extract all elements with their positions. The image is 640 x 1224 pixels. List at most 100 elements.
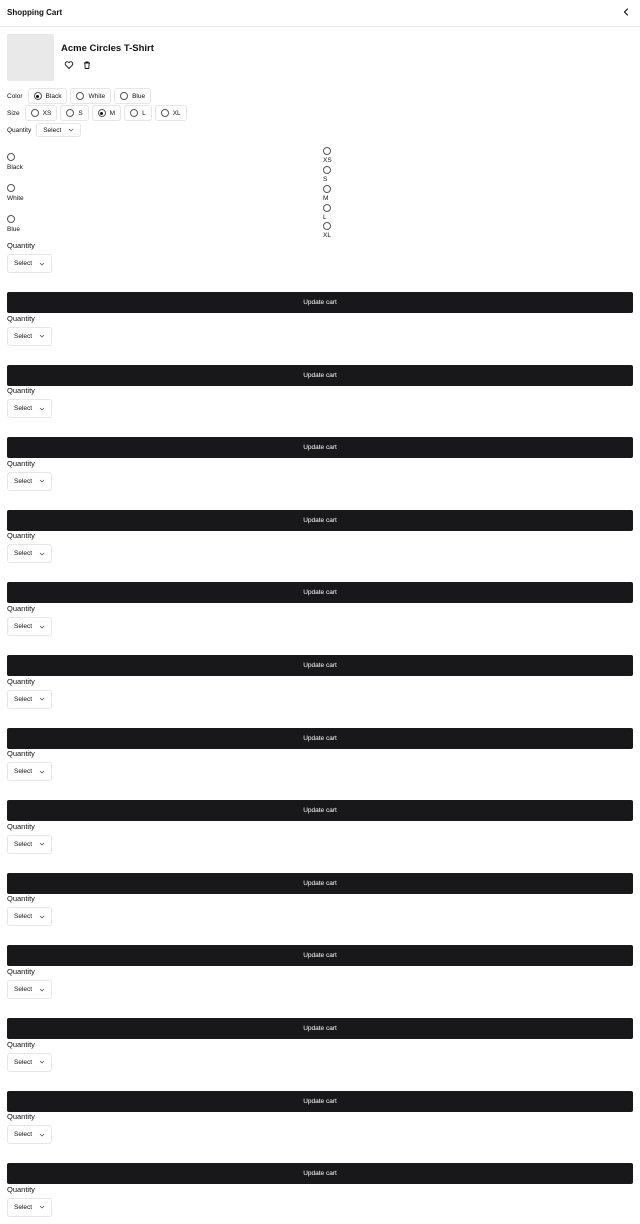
radio-icon[interactable] — [323, 185, 331, 193]
quantity-label: Quantity — [7, 386, 35, 396]
size-option-s[interactable]: S — [60, 105, 89, 121]
quantity-select[interactable]: Select — [36, 123, 82, 137]
color-option-black[interactable]: Black — [27, 88, 68, 104]
radio-icon[interactable] — [7, 184, 15, 192]
radio-icon[interactable] — [130, 109, 139, 117]
quantity-select[interactable]: Select — [7, 834, 52, 854]
update-cart-button[interactable]: Update cart — [7, 655, 633, 676]
stacked-size-m[interactable]: M — [323, 185, 331, 202]
stacked-color-white[interactable]: White — [7, 184, 24, 202]
quantity-label: Quantity — [7, 313, 35, 323]
radio-icon[interactable] — [323, 222, 331, 230]
quantity-select[interactable]: Select — [7, 907, 52, 927]
radio-icon[interactable] — [323, 204, 331, 212]
quantity-label: Quantity — [7, 894, 35, 904]
update-cart-button[interactable]: Update cart — [7, 437, 633, 459]
update-cart-button[interactable]: Update cart — [7, 1090, 633, 1112]
stacked-size-xl[interactable]: XL — [323, 222, 331, 239]
quantity-select[interactable]: Select — [7, 326, 52, 346]
update-cart-button[interactable]: Update cart — [7, 800, 633, 822]
quantity-label: Quantity — [7, 821, 35, 831]
quantity-label: Quantity — [7, 676, 35, 686]
radio-icon[interactable] — [7, 153, 15, 161]
quantity-row: Quantity Select — [7, 123, 82, 137]
radio-icon[interactable] — [66, 109, 75, 117]
update-cart-button[interactable]: Update cart — [7, 292, 633, 313]
quantity-select[interactable]: Select — [7, 617, 52, 636]
size-option-xl[interactable]: XL — [154, 105, 187, 121]
chevron-down-icon — [69, 128, 74, 132]
radio-icon[interactable] — [30, 109, 39, 117]
size-option-m[interactable]: M — [91, 105, 122, 121]
color-option-white[interactable]: White — [70, 88, 112, 104]
color-label: Color — [7, 92, 23, 100]
update-cart-button[interactable]: Update cart — [7, 872, 633, 894]
update-cart-button[interactable]: Update cart — [7, 945, 633, 967]
update-cart-button[interactable]: Update cart — [7, 364, 633, 386]
chevron-down-icon — [39, 1133, 45, 1137]
quantity-label: Quantity — [7, 458, 35, 468]
radio-checked-icon[interactable] — [97, 109, 106, 117]
chevron-down-icon — [39, 334, 45, 338]
size-label: Size — [7, 109, 20, 117]
chevron-down-icon — [39, 480, 45, 483]
quantity-label: Quantity — [7, 1112, 35, 1122]
quantity-label: Quantity — [7, 604, 35, 613]
quantity-select[interactable]: Select — [7, 1052, 52, 1072]
quantity-label: Quantity — [7, 967, 35, 976]
cart-header: Shopping Cart — [0, 0, 640, 27]
chevron-down-icon — [39, 770, 45, 774]
chevron-left-icon[interactable] — [620, 6, 632, 18]
stacked-size-l[interactable]: L — [323, 204, 331, 221]
quantity-label: Quantity — [7, 126, 32, 134]
chevron-down-icon — [39, 552, 45, 556]
quantity-select[interactable]: Select — [7, 399, 52, 419]
chevron-down-icon — [39, 915, 45, 919]
product-name: Acme Circles T-Shirt — [61, 43, 154, 54]
chevron-down-icon — [39, 1060, 45, 1064]
radio-icon[interactable] — [323, 166, 331, 174]
chevron-down-icon — [39, 697, 45, 701]
page-title: Shopping Cart — [7, 8, 63, 17]
radio-checked-icon[interactable] — [33, 92, 42, 100]
radio-icon[interactable] — [7, 215, 15, 223]
update-cart-button[interactable]: Update cart — [7, 727, 633, 749]
quantity-label: Quantity — [7, 749, 35, 759]
radio-icon[interactable] — [323, 147, 331, 155]
quantity-label: Quantity — [7, 1039, 35, 1049]
size-row: Size XS S M L XL — [7, 105, 187, 121]
stacked-color-black[interactable]: Black — [7, 153, 23, 171]
update-cart-button[interactable]: Update cart — [7, 1163, 633, 1185]
update-cart-button[interactable]: Update cart — [7, 509, 633, 531]
quantity-select[interactable]: Select — [7, 471, 52, 491]
chevron-down-icon — [39, 407, 45, 411]
stacked-color-blue[interactable]: Blue — [7, 215, 20, 233]
color-row: Color Black White Blue — [7, 88, 152, 104]
quantity-select[interactable]: Select — [7, 980, 52, 999]
quantity-select[interactable]: Select — [7, 689, 52, 709]
radio-icon[interactable] — [120, 92, 129, 100]
quantity-select[interactable]: Select — [7, 544, 52, 564]
quantity-select[interactable]: Select — [7, 254, 52, 273]
quantity-label: Quantity — [7, 241, 35, 250]
size-option-l[interactable]: L — [124, 105, 152, 121]
radio-icon[interactable] — [160, 109, 169, 117]
chevron-down-icon — [39, 988, 45, 991]
quantity-label: Quantity — [7, 531, 35, 541]
trash-icon[interactable] — [81, 59, 93, 71]
stacked-size-s[interactable]: S — [323, 166, 331, 183]
update-cart-button[interactable]: Update cart — [7, 1018, 633, 1039]
chevron-down-icon — [39, 1206, 45, 1209]
size-option-xs[interactable]: XS — [24, 105, 58, 121]
quantity-select[interactable]: Select — [7, 1197, 52, 1217]
update-cart-button[interactable]: Update cart — [7, 582, 633, 604]
heart-icon[interactable] — [63, 59, 75, 71]
radio-icon[interactable] — [76, 92, 85, 100]
quantity-select[interactable]: Select — [7, 1125, 52, 1145]
product-image — [7, 34, 54, 81]
chevron-down-icon — [39, 262, 45, 265]
color-option-blue[interactable]: Blue — [114, 88, 152, 104]
quantity-select[interactable]: Select — [7, 762, 52, 782]
chevron-down-icon — [39, 843, 45, 846]
stacked-size-xs[interactable]: XS — [323, 147, 332, 164]
